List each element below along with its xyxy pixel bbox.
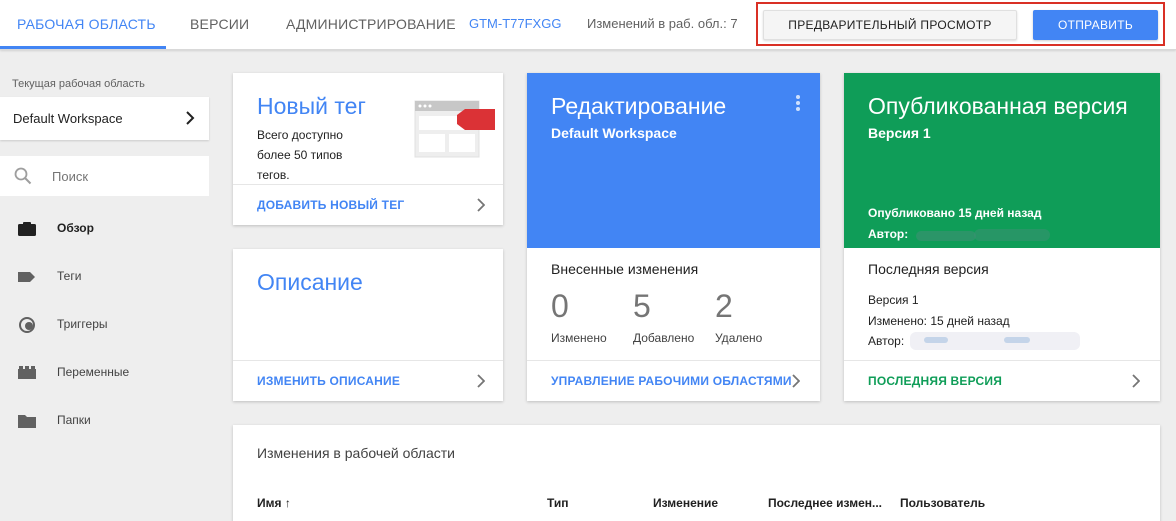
chevron-right-icon [477,198,485,212]
column-name[interactable]: Имя ↑ [257,496,291,510]
new-tag-description: Всего доступно более 50 типов тегов. [257,128,343,182]
top-bar: РАБОЧАЯ ОБЛАСТЬ ВЕРСИИ АДМИНИСТРИРОВАНИЕ… [0,0,1176,50]
description-title: Описание [257,269,363,295]
column-user[interactable]: Пользователь [900,496,985,510]
stat-modified: 0 Изменено [551,288,607,345]
workspace-changes-card: Изменения в рабочей области Имя ↑ Тип Из… [233,425,1160,521]
sidebar-item-folders[interactable]: Папки [0,401,209,441]
tag-icon [18,272,35,282]
sidebar-item-label: Теги [57,269,82,283]
stat-added: 5 Добавлено [633,288,695,345]
manage-workspaces-link[interactable]: УПРАВЛЕНИЕ РАБОЧИМИ ОБЛАСТЯМИ [527,360,820,401]
redacted-author [924,337,948,343]
last-version-changed: Изменено: 15 дней назад [868,314,1010,328]
search-box[interactable] [0,156,209,196]
sidebar-item-label: Триггеры [57,317,108,331]
stat-deleted: 2 Удалено [715,288,763,345]
chevron-right-icon [477,374,485,388]
changes-label: Внесенные изменения [551,261,699,277]
search-icon [14,167,32,185]
last-version-author-label: Автор: [868,334,905,348]
tab-versions[interactable]: ВЕРСИИ [190,0,249,50]
new-tag-title[interactable]: Новый тег [257,93,366,120]
redacted-author [1004,337,1030,343]
published-version-card: Опубликованная версия Версия 1 Опубликов… [844,73,1160,401]
published-when: Опубликовано 15 дней назад [868,206,1042,220]
chevron-right-icon [1132,374,1140,388]
last-version-number: Версия 1 [868,293,919,307]
editing-header: Редактирование Default Workspace [527,73,820,248]
editing-workspace-name: Default Workspace [551,125,677,141]
chevron-right-icon [792,374,800,388]
redacted-author [916,231,976,241]
column-last-modified[interactable]: Последнее измен... [768,496,882,510]
editing-card: Редактирование Default Workspace Внесенн… [527,73,820,401]
briefcase-icon [18,222,36,236]
workspace-label: Текущая рабочая область [12,78,145,90]
chevron-right-icon [186,111,195,125]
sidebar-item-label: Папки [57,413,91,427]
active-tab-indicator [0,46,166,49]
edit-description-label: ИЗМЕНИТЬ ОПИСАНИЕ [257,374,401,388]
last-version-label: Последняя версия [868,261,989,277]
workspace-name: Default Workspace [13,111,123,126]
sidebar-item-overview[interactable]: Обзор [0,209,209,249]
workspace-changes-title: Изменения в рабочей области [257,445,455,461]
published-author-label: Автор: [868,227,909,241]
search-input[interactable] [52,166,192,186]
workspace-changes-count: Изменений в раб. обл.: 7 [587,16,738,31]
sidebar-item-variables[interactable]: Переменные [0,353,209,393]
sidebar-item-label: Переменные [57,365,130,379]
editing-title: Редактирование [551,93,727,119]
add-new-tag-link[interactable]: ДОБАВИТЬ НОВЫЙ ТЕГ [233,184,503,225]
column-type[interactable]: Тип [547,496,569,510]
preview-button[interactable]: ПРЕДВАРИТЕЛЬНЫЙ ПРОСМОТР [763,10,1017,40]
redacted-author [974,229,1050,241]
container-id-link[interactable]: GTM-T77FXGG [469,0,561,48]
tag-illustration-icon [414,100,495,158]
column-change[interactable]: Изменение [653,496,718,510]
last-version-link[interactable]: ПОСЛЕДНЯЯ ВЕРСИЯ [844,360,1160,401]
manage-workspaces-label: УПРАВЛЕНИЕ РАБОЧИМИ ОБЛАСТЯМИ [551,374,792,388]
more-options-icon[interactable] [796,95,800,113]
description-card: Описание ИЗМЕНИТЬ ОПИСАНИЕ [233,249,503,401]
published-title: Опубликованная версия [868,93,1128,119]
last-version-link-label: ПОСЛЕДНЯЯ ВЕРСИЯ [868,374,1003,388]
tab-admin[interactable]: АДМИНИСТРИРОВАНИЕ [286,0,456,50]
published-header: Опубликованная версия Версия 1 Опубликов… [844,73,1160,248]
trigger-icon [19,317,35,333]
add-new-tag-label: ДОБАВИТЬ НОВЫЙ ТЕГ [257,198,405,212]
edit-description-link[interactable]: ИЗМЕНИТЬ ОПИСАНИЕ [233,360,503,401]
submit-button[interactable]: ОТПРАВИТЬ [1033,10,1158,40]
new-tag-card: Новый тег Всего доступно более 50 типов … [233,73,503,225]
tab-workspace[interactable]: РАБОЧАЯ ОБЛАСТЬ [17,0,156,50]
workspace-selector[interactable]: Default Workspace [0,97,209,140]
sidebar-item-label: Обзор [57,221,94,235]
variable-icon [18,366,36,379]
folder-icon [18,415,36,428]
sidebar-item-triggers[interactable]: Триггеры [0,305,209,345]
published-version-number: Версия 1 [868,125,931,141]
sidebar-item-tags[interactable]: Теги [0,257,209,297]
